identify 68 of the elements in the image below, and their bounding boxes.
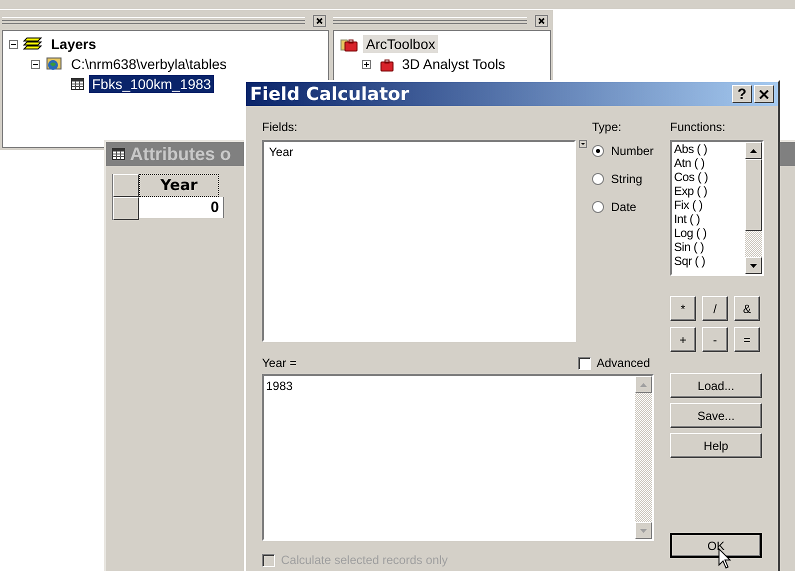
operator-button[interactable]: = <box>734 327 760 352</box>
fields-label: Fields: <box>262 120 298 134</box>
up-arrow-icon <box>640 382 647 386</box>
list-item[interactable]: Fix ( ) <box>674 198 745 212</box>
close-button[interactable] <box>754 85 774 103</box>
database-icon <box>45 56 63 72</box>
tree-item[interactable]: 3D Analyst Tools <box>399 55 508 73</box>
radio-button[interactable] <box>592 201 604 213</box>
list-item[interactable]: Abs ( ) <box>674 142 745 156</box>
functions-label: Functions: <box>670 120 726 134</box>
list-item[interactable]: Cos ( ) <box>674 170 745 184</box>
checkbox-label: Advanced <box>596 356 650 370</box>
close-icon[interactable] <box>313 15 326 27</box>
type-label: Type: <box>592 120 622 134</box>
checkbox[interactable] <box>578 356 591 370</box>
tree-item[interactable]: ArcToolbox <box>363 35 438 53</box>
fields-list[interactable]: Year <box>262 140 576 342</box>
tree-item[interactable]: Layers <box>48 35 100 53</box>
radio-label: Date <box>611 200 636 214</box>
dialog-button[interactable]: OK <box>670 533 762 558</box>
radio-button[interactable] <box>592 173 604 185</box>
operator-button[interactable]: * <box>670 296 696 321</box>
functions-list[interactable]: Abs ( ) Atn ( ) Cos ( ) Exp ( ) Fix ( ) Int ( ) Log ( ) Sin ( ) Sqr ( ) <box>670 140 764 276</box>
tree-item[interactable]: Fbks_100km_1983 <box>89 75 214 93</box>
scrollbar[interactable] <box>635 376 652 539</box>
dialog-button[interactable]: Help <box>670 433 762 458</box>
dialog-button[interactable]: Save... <box>670 403 762 428</box>
down-arrow-icon <box>640 528 647 532</box>
operator-button[interactable]: - <box>702 327 728 352</box>
column-header[interactable]: Year <box>139 174 219 197</box>
toolbox-icon <box>340 36 358 52</box>
dropdown-icon[interactable] <box>579 140 587 148</box>
table-cell: 0 <box>139 197 224 218</box>
down-arrow-icon <box>750 264 757 268</box>
tree-item[interactable]: C:\nrm638\verbyla\tables <box>68 55 230 73</box>
table-icon <box>71 78 84 90</box>
operator-button[interactable]: & <box>734 296 760 321</box>
table-icon <box>112 148 125 160</box>
operator-button[interactable]: / <box>702 296 728 321</box>
list-item[interactable]: Exp ( ) <box>674 184 745 198</box>
up-arrow-icon <box>750 148 757 152</box>
scrollbar[interactable] <box>745 142 762 274</box>
list-item[interactable]: Year <box>268 145 570 159</box>
collapse-icon[interactable] <box>31 60 40 68</box>
window-title: Attributes o <box>130 144 231 164</box>
radio-label: String <box>611 172 642 186</box>
close-icon <box>759 90 769 98</box>
list-item[interactable]: Log ( ) <box>674 226 745 240</box>
radio-label: Number <box>611 144 654 158</box>
layers-icon <box>23 37 43 51</box>
list-item[interactable]: Atn ( ) <box>674 156 745 170</box>
expression-field[interactable]: 1983 <box>262 374 654 541</box>
list-item[interactable]: Int ( ) <box>674 212 745 226</box>
list-item[interactable]: Sqr ( ) <box>674 254 745 268</box>
dialog-title: Field Calculator <box>250 84 410 104</box>
collapse-icon[interactable] <box>9 40 18 48</box>
operator-button[interactable]: + <box>670 327 696 352</box>
radio-button[interactable] <box>592 145 604 157</box>
row-header[interactable] <box>113 174 139 197</box>
expression-label: Year = <box>262 356 297 370</box>
close-icon[interactable] <box>535 15 548 27</box>
dialog-button[interactable]: Load... <box>670 373 762 398</box>
scrollbar-thumb[interactable] <box>745 159 762 231</box>
row-header[interactable] <box>113 197 139 220</box>
list-item[interactable]: Sin ( ) <box>674 240 745 254</box>
help-button[interactable]: ? <box>732 85 752 103</box>
expand-icon[interactable] <box>362 60 371 68</box>
expression-text: 1983 <box>265 378 294 395</box>
